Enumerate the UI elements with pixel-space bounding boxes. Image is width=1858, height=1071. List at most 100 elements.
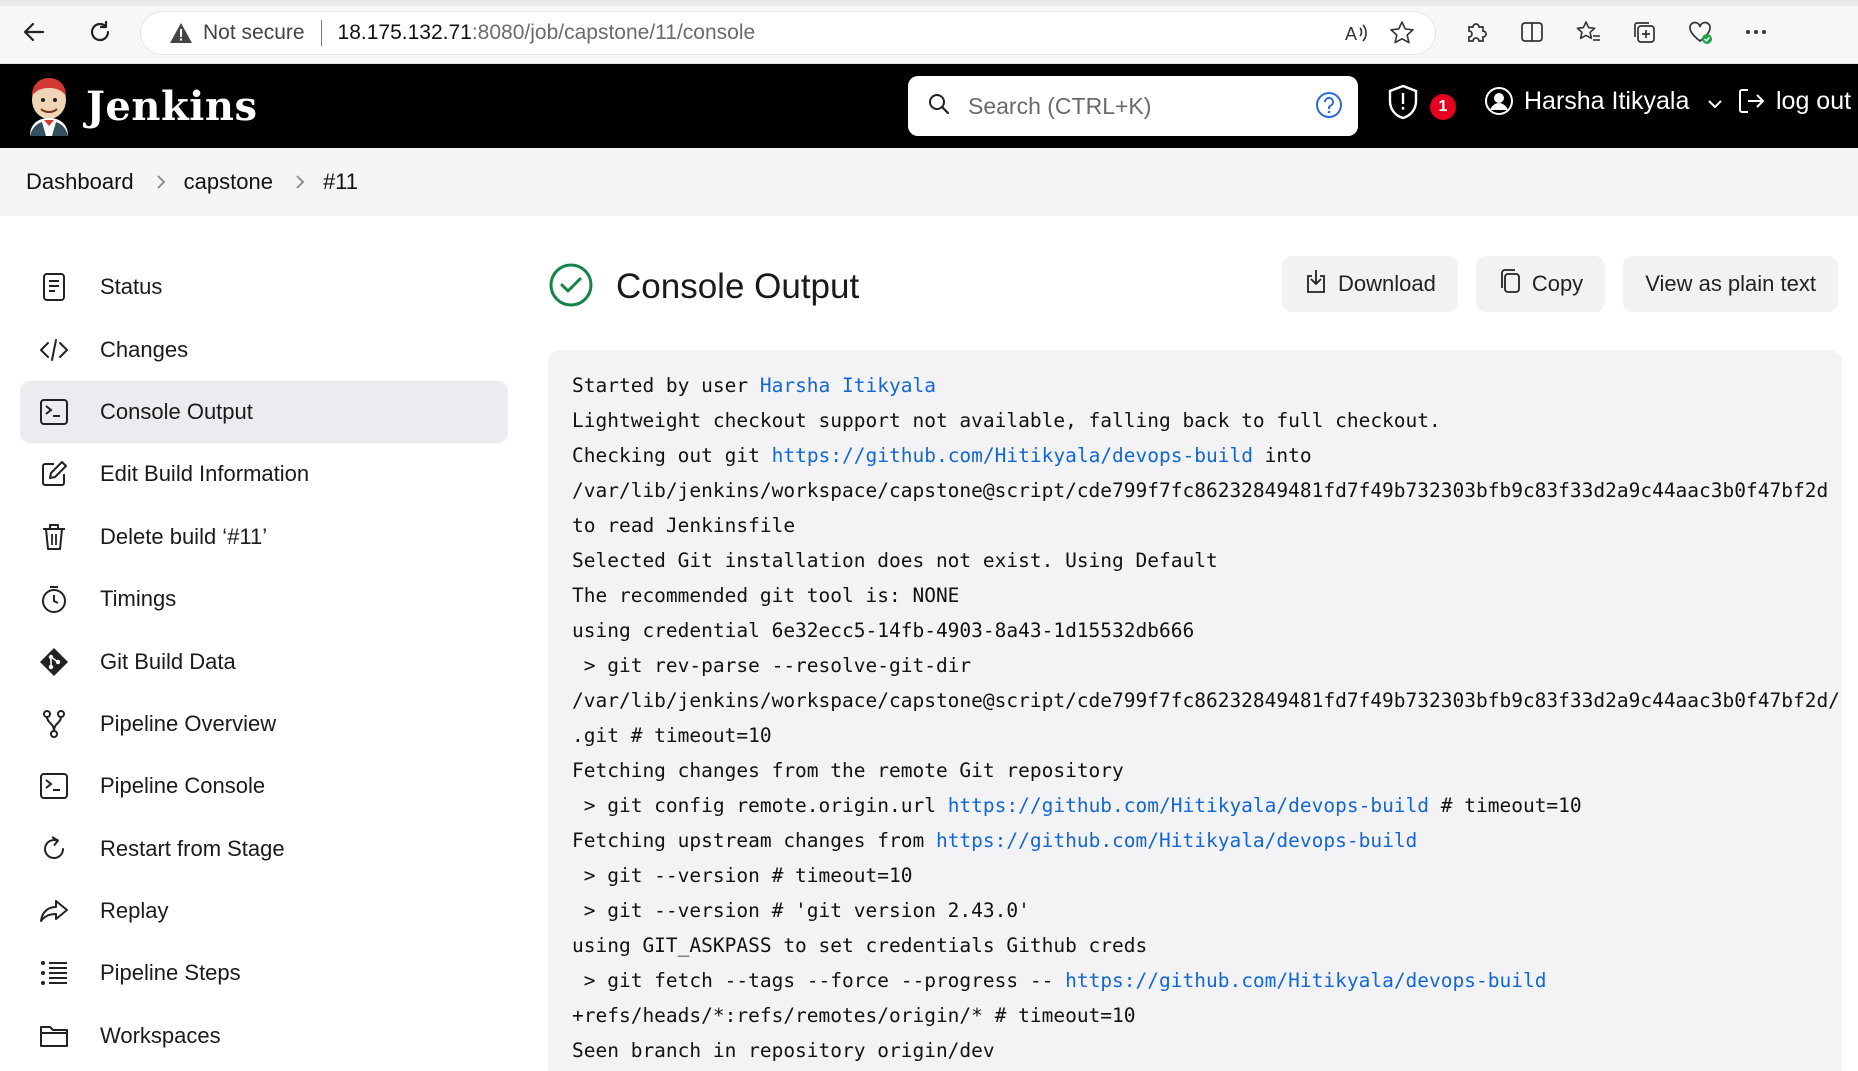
search-box[interactable]: [908, 76, 1358, 136]
security-monitor-button[interactable]: [1386, 84, 1420, 120]
browser-essentials-icon[interactable]: [1682, 14, 1718, 50]
logout-link[interactable]: log out: [1736, 86, 1851, 116]
sidebar: Status Changes Console Output Edit Build…: [20, 256, 508, 1067]
stopwatch-icon: [38, 583, 70, 615]
download-button[interactable]: Download: [1281, 256, 1458, 312]
sidebar-item-delete-build[interactable]: Delete build ‘#11’: [20, 506, 508, 568]
sidebar-item-label: Git Build Data: [100, 648, 236, 674]
console-link[interactable]: Harsha Itikyala: [760, 374, 936, 397]
chevron-right-icon: [295, 174, 305, 190]
console-text: .git # timeout=10: [572, 724, 772, 747]
console-output[interactable]: Started by user Harsha Itikyala Lightweig…: [548, 350, 1842, 1071]
address-bar[interactable]: Not secure 18.175.132.71 :8080/job/capst…: [140, 11, 1436, 55]
favorite-star-icon[interactable]: [1389, 20, 1415, 51]
copy-label: Copy: [1531, 271, 1584, 296]
sidebar-item-label: Delete build ‘#11’: [100, 523, 268, 549]
read-aloud-icon[interactable]: A: [1343, 20, 1369, 51]
copy-button[interactable]: Copy: [1475, 256, 1606, 312]
console-text: > git rev-parse --resolve-git-dir: [572, 654, 972, 677]
extensions-icon[interactable]: [1458, 14, 1494, 50]
chevron-down-icon[interactable]: [1707, 87, 1723, 116]
sidebar-item-changes[interactable]: Changes: [20, 318, 508, 380]
split-screen-icon[interactable]: [1514, 14, 1550, 50]
console-text: > git --version # 'git version 2.43.0': [572, 899, 1030, 922]
breadcrumb-dashboard[interactable]: Dashboard: [26, 165, 134, 199]
collections-icon[interactable]: [1626, 14, 1662, 50]
console-text: into: [1252, 444, 1312, 467]
url-host: 18.175.132.71: [337, 21, 472, 44]
view-plain-text-label: View as plain text: [1645, 271, 1816, 296]
console-link[interactable]: https://github.com/Hitikyala/devops-buil…: [948, 794, 1429, 817]
browser-toolbar: Not secure 18.175.132.71 :8080/job/capst…: [0, 0, 1858, 64]
console-link[interactable]: https://github.com/Hitikyala/devops-buil…: [1065, 969, 1546, 992]
sidebar-item-git-build-data[interactable]: Git Build Data: [20, 630, 508, 692]
sidebar-item-pipeline-console[interactable]: Pipeline Console: [20, 755, 508, 817]
console-text: using GIT_ASKPASS to set credentials Git…: [572, 934, 1148, 957]
terminal-icon: [38, 770, 70, 802]
console-line: The recommended git tool is: NONE: [572, 578, 1818, 613]
user-name[interactable]: Harsha Itikyala: [1524, 87, 1689, 116]
console-line: > git --version # 'git version 2.43.0': [572, 893, 1818, 928]
console-line: > git --version # timeout=10: [572, 858, 1818, 893]
breadcrumb-capstone[interactable]: capstone: [184, 165, 273, 199]
favorites-icon[interactable]: [1570, 14, 1606, 50]
console-text: Lightweight checkout support not availab…: [572, 409, 1441, 432]
url-path: :8080/job/capstone/11/console: [471, 21, 756, 44]
terminal-icon: [38, 396, 70, 428]
sidebar-item-label: Console Output: [100, 398, 253, 424]
jenkins-logo[interactable]: Jenkins: [26, 76, 257, 136]
more-menu-icon[interactable]: [1738, 14, 1774, 50]
console-line: Fetching changes from the remote Git rep…: [572, 753, 1818, 788]
sidebar-item-restart-from-stage[interactable]: Restart from Stage: [20, 818, 508, 880]
sidebar-item-pipeline-steps[interactable]: Pipeline Steps: [20, 942, 508, 1004]
security-label[interactable]: Not secure: [203, 21, 305, 45]
sidebar-item-replay[interactable]: Replay: [20, 880, 508, 942]
logout-label[interactable]: log out: [1776, 87, 1851, 116]
console-text: > git fetch --tags --force --progress --: [572, 969, 1066, 992]
reload-icon: [90, 20, 110, 42]
console-text: Checking out git: [572, 444, 772, 467]
status-icon: [38, 271, 70, 303]
console-text: Seen branch in repository origin/dev: [572, 1039, 995, 1062]
security-badge[interactable]: 1: [1430, 94, 1456, 120]
sidebar-item-pipeline-overview[interactable]: Pipeline Overview: [20, 693, 508, 755]
console-text: > git --version # timeout=10: [572, 864, 913, 887]
svg-text:A: A: [1345, 24, 1357, 44]
git-icon: [38, 646, 70, 678]
sidebar-item-label: Pipeline Steps: [100, 960, 241, 986]
console-line: /var/lib/jenkins/workspace/capstone@scri…: [572, 473, 1828, 508]
console-line: > git fetch --tags --force --progress --…: [572, 963, 1818, 998]
search-input[interactable]: [968, 92, 1288, 120]
chevron-right-icon: [156, 174, 166, 190]
back-button[interactable]: [16, 14, 52, 50]
download-icon: [1304, 268, 1328, 300]
warning-icon[interactable]: [169, 22, 193, 44]
reload-button[interactable]: [82, 14, 118, 50]
console-line: > git config remote.origin.url https://g…: [572, 788, 1818, 823]
console-line: Fetching upstream changes from https://g…: [572, 823, 1818, 858]
console-link[interactable]: https://github.com/Hitikyala/devops-buil…: [772, 444, 1253, 467]
copy-icon: [1498, 268, 1522, 300]
sidebar-item-workspaces[interactable]: Workspaces: [20, 1005, 508, 1067]
sidebar-item-console-output[interactable]: Console Output: [20, 380, 508, 444]
sidebar-item-edit-build-information[interactable]: Edit Build Information: [20, 443, 508, 505]
console-text: The recommended git tool is: NONE: [572, 584, 960, 607]
sidebar-item-label: Timings: [100, 586, 177, 612]
brand-name: Jenkins: [86, 82, 258, 130]
breadcrumb-build[interactable]: #11: [323, 165, 358, 199]
sidebar-item-label: Changes: [100, 336, 189, 362]
sidebar-item-label: Restart from Stage: [100, 835, 285, 861]
sidebar-item-status[interactable]: Status: [20, 256, 508, 318]
user-avatar-icon: [1485, 87, 1513, 115]
help-icon[interactable]: [1314, 90, 1344, 125]
console-text: using credential 6e32ecc5-14fb-4903-8a43…: [572, 619, 1195, 642]
console-line: +refs/heads/*:refs/remotes/origin/* # ti…: [572, 998, 1818, 1033]
console-line: using GIT_ASKPASS to set credentials Git…: [572, 928, 1818, 963]
page-title: Console Output: [616, 267, 860, 306]
folder-icon: [38, 1020, 70, 1052]
user-menu[interactable]: Harsha Itikyala: [1484, 86, 1723, 116]
console-link[interactable]: https://github.com/Hitikyala/devops-buil…: [936, 829, 1417, 852]
sidebar-item-timings[interactable]: Timings: [20, 568, 508, 630]
console-line: to read Jenkinsfile: [572, 508, 1818, 543]
view-plain-text-button[interactable]: View as plain text: [1623, 256, 1838, 312]
